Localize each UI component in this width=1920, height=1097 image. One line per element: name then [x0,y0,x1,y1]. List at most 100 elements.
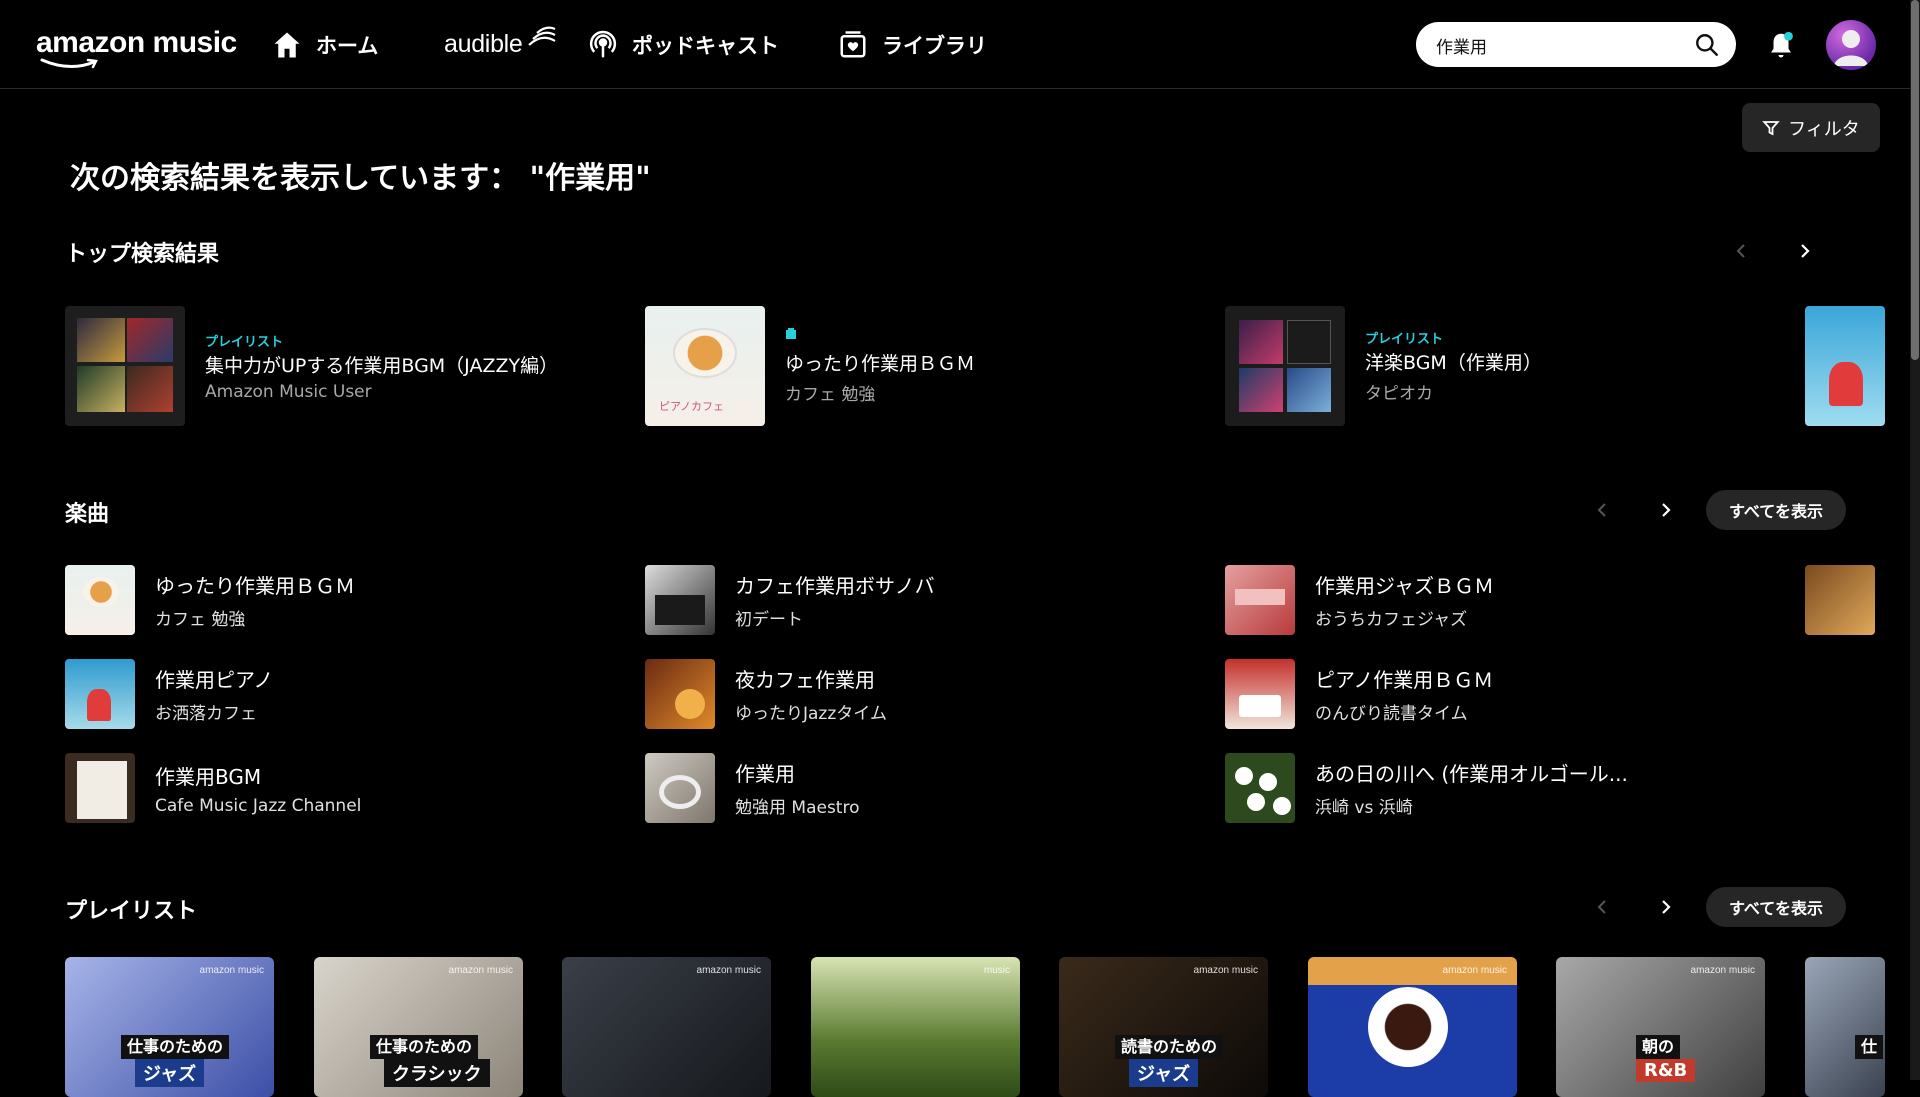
song-artist[interactable]: おうちカフェジャズ [1315,605,1675,630]
audible-icon [527,26,556,46]
top-result-artwork [1225,306,1345,426]
page-title: 次の検索結果を表示しています： "作業用" [70,161,651,196]
song-artwork [1225,659,1295,729]
songs-prev-button[interactable] [1587,495,1617,525]
top-result-type [785,327,1165,348]
chevron-left-icon [1736,244,1745,258]
playlist-card[interactable]: amazon music 読書のための ジャズ [1059,957,1268,1097]
user-avatar[interactable] [1826,20,1876,70]
chevron-right-icon [1662,503,1671,517]
song-row[interactable]: 作業用 勉強用 Maestro [645,753,1095,823]
song-artist[interactable]: 浜崎 vs 浜崎 [1315,793,1675,818]
nav-library[interactable]: ライブラリ [838,0,987,89]
top-result-type: プレイリスト [1365,332,1444,347]
song-artist[interactable]: のんびり読書タイム [1315,699,1675,724]
playlist-card[interactable]: music [811,957,1020,1097]
song-artist[interactable]: ゆったりJazzタイム [735,699,1095,724]
song-artist[interactable]: Cafe Music Jazz Channel [155,796,515,816]
user-icon [1834,30,1868,66]
notification-bell-icon[interactable] [1766,30,1796,64]
search-input[interactable] [1436,30,1686,60]
song-row[interactable]: 作業用ジャズＢＧＭ おうちカフェジャズ [1225,565,1675,635]
chevron-left-icon [1597,900,1606,914]
song-artwork [645,753,715,823]
filter-icon [1762,119,1780,137]
top-result-subtitle[interactable]: カフェ 勉強 [785,380,1165,405]
playlist-card[interactable]: amazon music [562,957,771,1097]
top-results-heading: トップ検索結果 [65,242,220,267]
top-results-next-button[interactable] [1790,236,1820,266]
song-artist[interactable]: 初デート [735,605,1095,630]
playlist-card[interactable]: amazon music 仕事のための クラシック [314,957,523,1097]
playlist-card[interactable]: amazon music 朝の R&B [1556,957,1765,1097]
top-result-subtitle[interactable]: タピオカ [1365,379,1745,404]
song-row[interactable]: 夜カフェ作業用 ゆったりJazzタイム [645,659,1095,729]
scrollbar-thumb[interactable] [1911,0,1919,360]
chevron-left-icon [1597,503,1606,517]
song-artwork-partial[interactable] [1805,565,1875,635]
song-row[interactable]: あの日の川へ (作業用オルゴール... 浜崎 vs 浜崎 [1225,753,1675,823]
song-title[interactable]: あの日の川へ (作業用オルゴール... [1315,758,1675,787]
song-artist[interactable]: お洒落カフェ [155,699,515,724]
song-title[interactable]: カフェ作業用ボサノバ [735,570,1095,599]
top-result-card[interactable]: プレイリスト 集中力がUPする作業用BGM（JAZZY編） Amazon Mus… [65,306,585,426]
smile-icon [40,58,98,69]
song-artwork [1225,565,1295,635]
song-artwork [645,659,715,729]
playlists-show-all-button[interactable]: すべてを表示 [1706,887,1846,927]
top-navigation-bar: amazon music ホーム audible ポッドキャスト ライブラリ 作… [0,0,1910,89]
song-artwork [1225,753,1295,823]
top-result-card[interactable]: ピアノカフェ ゆったり作業用ＢＧＭ カフェ 勉強 [645,306,1165,426]
songs-next-button[interactable] [1651,495,1681,525]
home-icon [272,30,302,60]
top-result-artwork [65,306,185,426]
library-icon [838,30,868,60]
song-title[interactable]: 作業用ピアノ [155,664,515,693]
amazon-music-logo[interactable]: amazon music [36,26,237,70]
top-result-title[interactable]: 集中力がUPする作業用BGM（JAZZY編） [205,354,585,379]
song-title[interactable]: ピアノ作業用ＢＧＭ [1315,664,1675,693]
song-row[interactable]: ゆったり作業用ＢＧＭ カフェ 勉強 [65,565,515,635]
filter-button[interactable]: フィルタ [1742,103,1880,152]
song-row[interactable]: ピアノ作業用ＢＧＭ のんびり読書タイム [1225,659,1675,729]
song-artist[interactable]: 勉強用 Maestro [735,793,1095,818]
chevron-right-icon [1801,244,1810,258]
song-artwork [65,659,135,729]
song-title[interactable]: 作業用 [735,758,1095,787]
top-result-artwork: ピアノカフェ [645,306,765,426]
playlist-card[interactable]: amazon music [1308,957,1517,1097]
song-artist[interactable]: カフェ 勉強 [155,605,515,630]
nav-podcasts[interactable]: ポッドキャスト [588,0,779,89]
songs-show-all-button[interactable]: すべてを表示 [1706,490,1846,530]
playlist-card-partial[interactable]: 仕 [1805,957,1885,1097]
top-result-title[interactable]: 洋楽BGM（作業用） [1365,351,1745,376]
search-box [1416,22,1736,67]
playlists-prev-button[interactable] [1587,892,1617,922]
nav-home[interactable]: ホーム [272,0,378,89]
song-title[interactable]: 作業用BGM [155,761,515,790]
top-result-title[interactable]: ゆったり作業用ＢＧＭ [785,352,1165,377]
top-result-subtitle[interactable]: Amazon Music User [205,382,585,402]
album-icon [786,327,796,339]
playlists-next-button[interactable] [1651,892,1681,922]
song-artwork [645,565,715,635]
song-row[interactable]: 作業用ピアノ お洒落カフェ [65,659,515,729]
podcast-icon [588,30,618,60]
song-artwork [65,753,135,823]
top-result-type: プレイリスト [205,334,284,350]
song-title[interactable]: ゆったり作業用ＢＧＭ [155,570,515,599]
song-row[interactable]: カフェ作業用ボサノバ 初デート [645,565,1095,635]
nav-audible[interactable]: audible [444,0,559,89]
song-title[interactable]: 夜カフェ作業用 [735,664,1095,693]
songs-heading: 楽曲 [65,502,110,527]
search-icon[interactable] [1694,32,1720,62]
song-row[interactable]: 作業用BGM Cafe Music Jazz Channel [65,753,515,823]
playlists-heading: プレイリスト [65,899,198,924]
song-artwork [65,565,135,635]
song-title[interactable]: 作業用ジャズＢＧＭ [1315,570,1675,599]
chevron-right-icon [1662,900,1671,914]
top-result-card[interactable]: プレイリスト 洋楽BGM（作業用） タピオカ [1225,306,1745,426]
playlist-card[interactable]: amazon music 仕事のための ジャズ [65,957,274,1097]
top-result-artwork-partial[interactable] [1805,306,1885,426]
top-results-prev-button[interactable] [1726,236,1756,266]
